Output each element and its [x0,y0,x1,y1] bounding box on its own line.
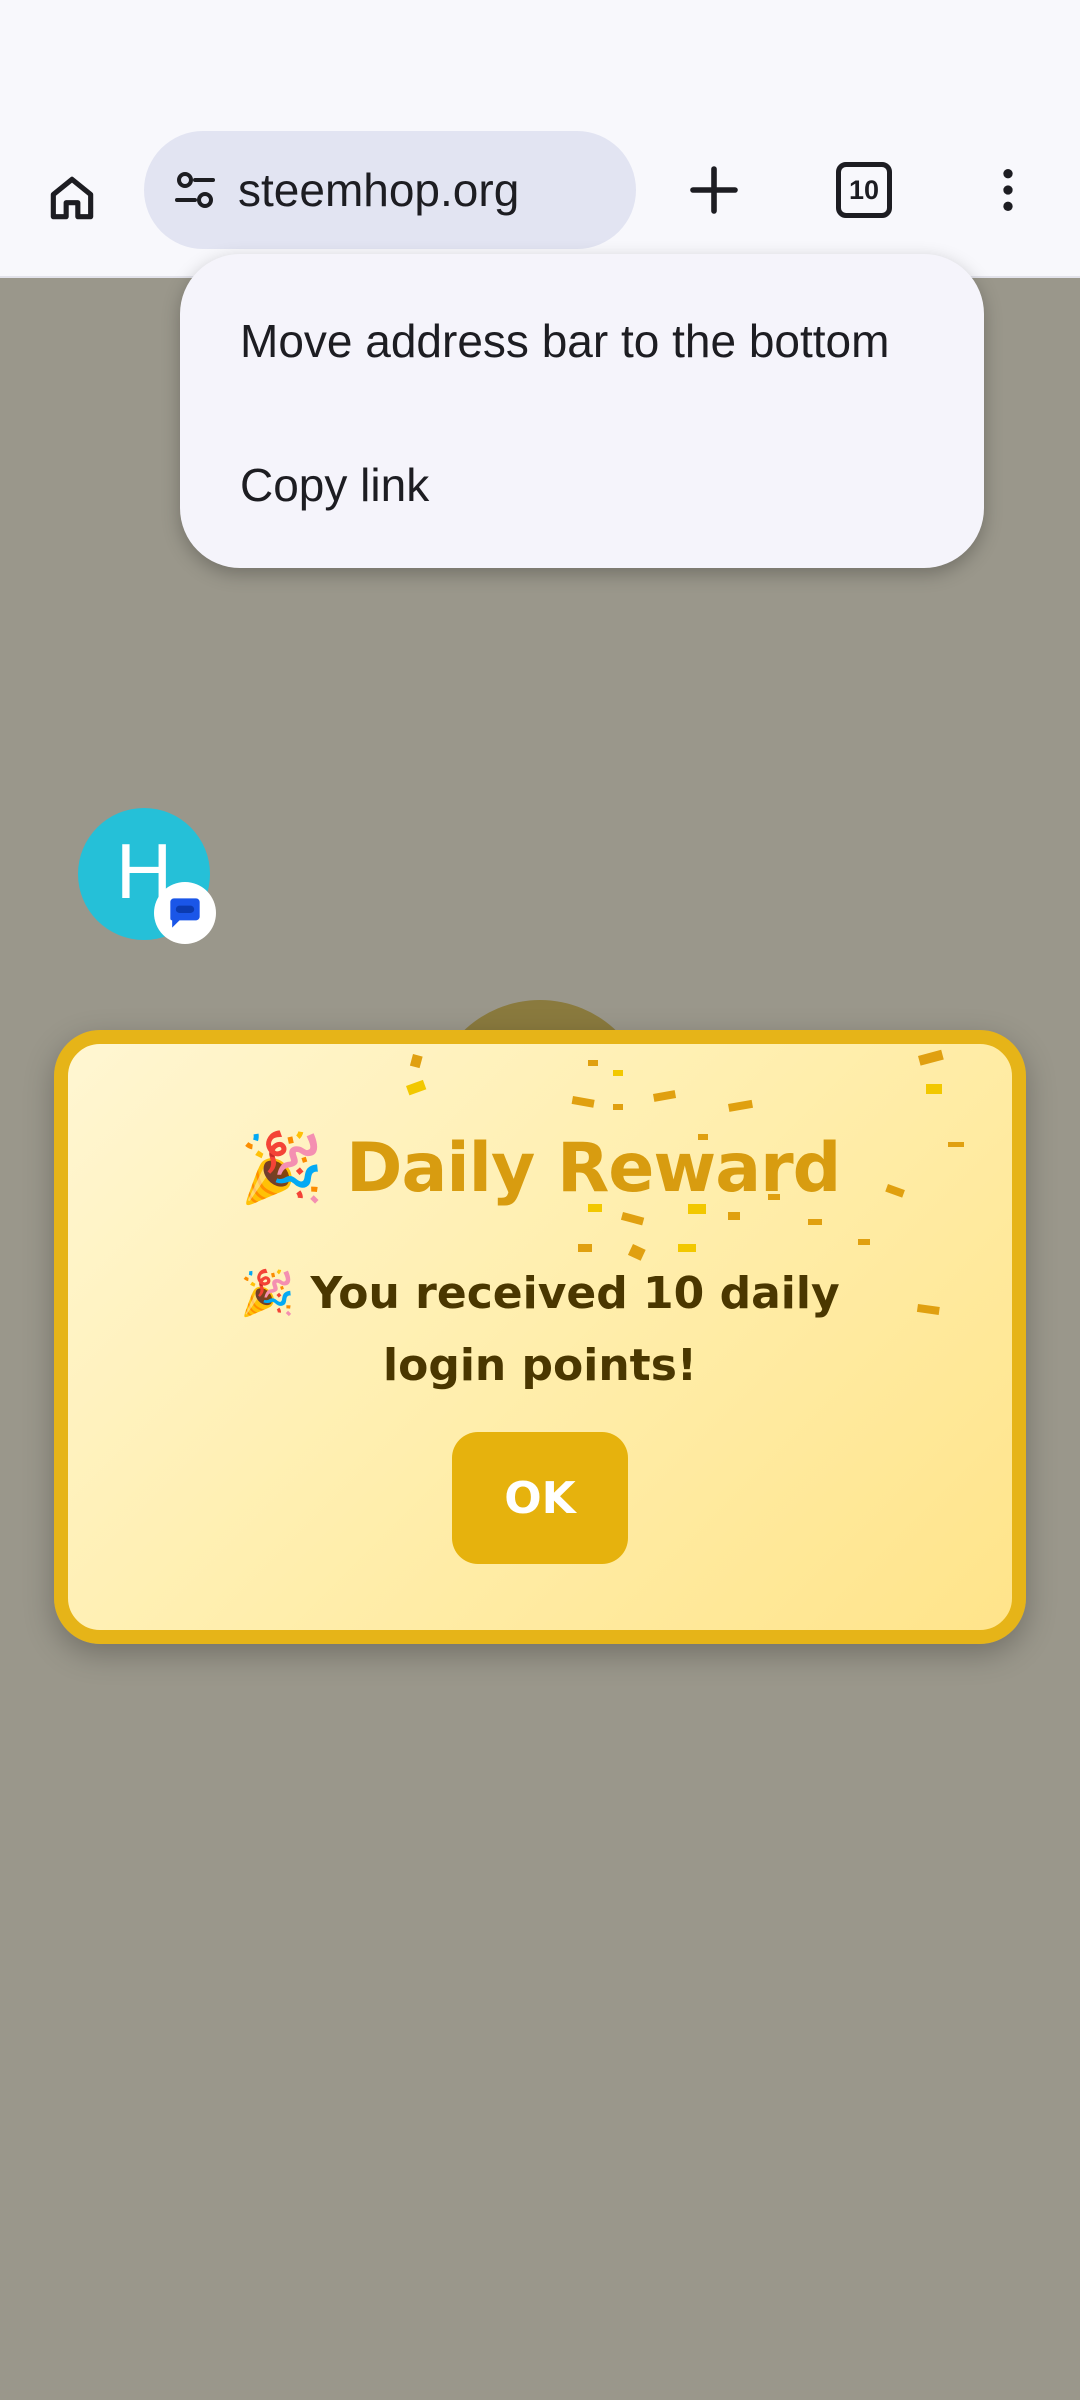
party-popper-icon: 🎉 [239,1129,325,1208]
dialog-title-text: Daily Reward [346,1129,841,1208]
menu-item-copy-link[interactable]: Copy link [240,458,429,512]
tab-switcher-button[interactable]: 10 [820,146,908,234]
url-text[interactable]: steemhop.org [238,163,519,217]
plus-icon [690,166,738,214]
dialog-message-text: You received 10 daily login points! [310,1268,840,1391]
dialog-message: 🎉 You received 10 daily login points! [178,1258,902,1402]
more-vert-icon [1003,169,1013,211]
home-button[interactable] [28,154,116,242]
new-tab-button[interactable] [670,146,758,234]
site-settings-icon[interactable] [166,161,224,219]
menu-item-move-address-bar[interactable]: Move address bar to the bottom [240,314,889,368]
messages-badge-icon [154,882,216,944]
tab-count: 10 [836,162,892,218]
ok-button[interactable]: OK [452,1432,628,1564]
context-menu: Move address bar to the bottom Copy link [180,254,984,568]
status-bar [0,0,1080,110]
daily-reward-dialog: 🎉 Daily Reward 🎉 You received 10 daily l… [54,1030,1026,1644]
address-bar[interactable]: steemhop.org [144,131,636,249]
home-icon [50,176,94,220]
dialog-title: 🎉 Daily Reward [68,1128,1012,1208]
browser-toolbar: steemhop.org 10 [0,110,1080,278]
party-popper-small-icon: 🎉 [240,1268,296,1319]
more-options-button[interactable] [964,146,1052,234]
